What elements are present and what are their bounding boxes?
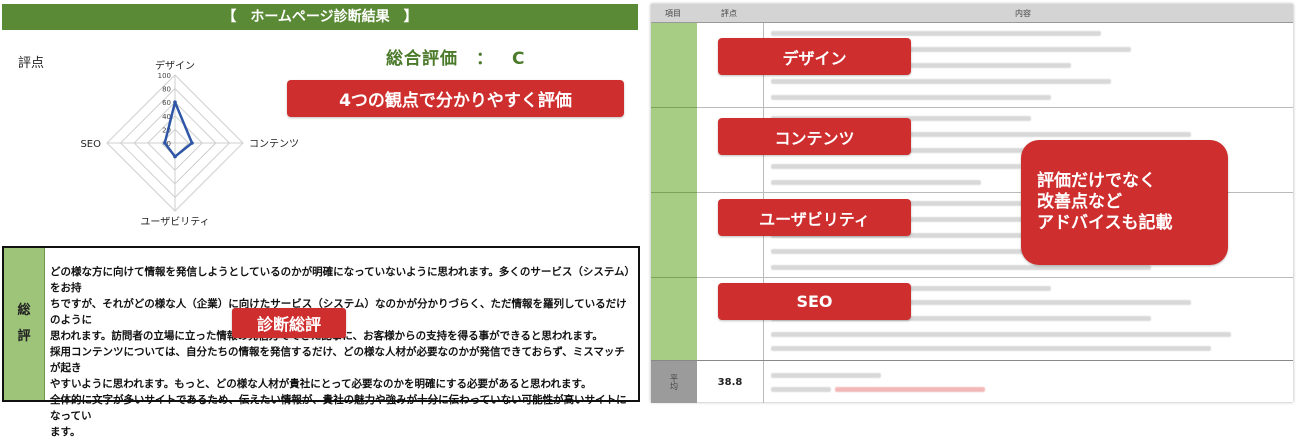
advice-line: 改善点など bbox=[1037, 192, 1122, 212]
radar-axis-label: ユーザビリティ bbox=[140, 216, 209, 228]
radar-axis-label: デザイン bbox=[155, 59, 195, 72]
summary-text: どの様な方に向けて情報を発信しようとしているのかが明確になっていないように思われ… bbox=[50, 264, 630, 440]
advice-line: 評価だけでなく bbox=[1037, 171, 1156, 191]
overall-evaluation: 総合評価 ： C bbox=[386, 44, 525, 69]
overall-grade: C bbox=[512, 49, 526, 69]
radar-tick-label: 60 bbox=[162, 99, 171, 107]
advice-line: アドバイスも記載 bbox=[1037, 213, 1173, 233]
summary-line: やすいように思われます。もっと、どの様な人材が貴社にとって必要なのかを明確にする… bbox=[50, 378, 592, 390]
summary-side-label: 総 評 bbox=[4, 248, 45, 400]
category-cell-contents bbox=[651, 108, 697, 193]
four-viewpoints-callout: 4つの観点で分かりやすく評価 bbox=[287, 80, 624, 117]
header-score: 評点 bbox=[721, 9, 737, 18]
radar-tick-label: 80 bbox=[162, 86, 171, 94]
summary-side-char-1: 総 bbox=[17, 303, 31, 318]
radar-data-point bbox=[163, 141, 167, 145]
summary-line: 全体的に文字が多いサイトであるため、伝えたい情報が、貴社の魅力や強みが十分に伝わ… bbox=[50, 394, 627, 422]
radar-tick-label: 100 bbox=[158, 72, 171, 80]
summary-side-char-2: 評 bbox=[17, 329, 31, 344]
radar-data-point bbox=[190, 141, 194, 145]
contents-callout: コンテンツ bbox=[718, 118, 911, 155]
report-title-bar: 【 ホームページ診断結果 】 bbox=[2, 4, 638, 30]
overall-separator: ： bbox=[476, 49, 494, 69]
diagnosis-summary-callout: 診断総評 bbox=[232, 308, 346, 338]
usability-callout: ユーザビリティ bbox=[718, 199, 911, 236]
seo-callout: SEO bbox=[718, 283, 911, 320]
average-row: 平均 38.8 bbox=[651, 360, 1293, 403]
category-cell-seo bbox=[651, 278, 697, 361]
design-callout: デザイン bbox=[718, 38, 911, 75]
radar-axis-label: コンテンツ bbox=[249, 139, 299, 150]
summary-line: どの様な方に向けて情報を発信しようとしているのかが明確になっていないように思われ… bbox=[50, 266, 630, 294]
category-cell-usability bbox=[651, 193, 697, 278]
average-label: 平均 bbox=[651, 361, 697, 403]
radar-axis-label: SEO bbox=[80, 139, 101, 150]
summary-line: 採用コンテンツについては、自分たちの情報を発信するだけ、どの様な人材が必要なのか… bbox=[50, 346, 625, 374]
radar-data-point bbox=[173, 100, 177, 104]
radar-data-point bbox=[173, 154, 177, 159]
header-item: 項目 bbox=[665, 9, 681, 18]
overall-label: 総合評価 bbox=[386, 49, 458, 69]
advice-callout: 評価だけでなく 改善点など アドバイスも記載 bbox=[1021, 140, 1228, 265]
category-cell-design bbox=[651, 23, 697, 108]
summary-line: ます。 bbox=[50, 426, 81, 438]
score-label: 評点 bbox=[18, 56, 45, 71]
header-content: 内容 bbox=[1015, 9, 1031, 18]
radar-chart: 100806040200デザインコンテンツユーザビリティSEO bbox=[80, 59, 299, 228]
table-header: 項目 評点 内容 bbox=[651, 4, 1293, 23]
average-score: 38.8 bbox=[697, 361, 764, 403]
